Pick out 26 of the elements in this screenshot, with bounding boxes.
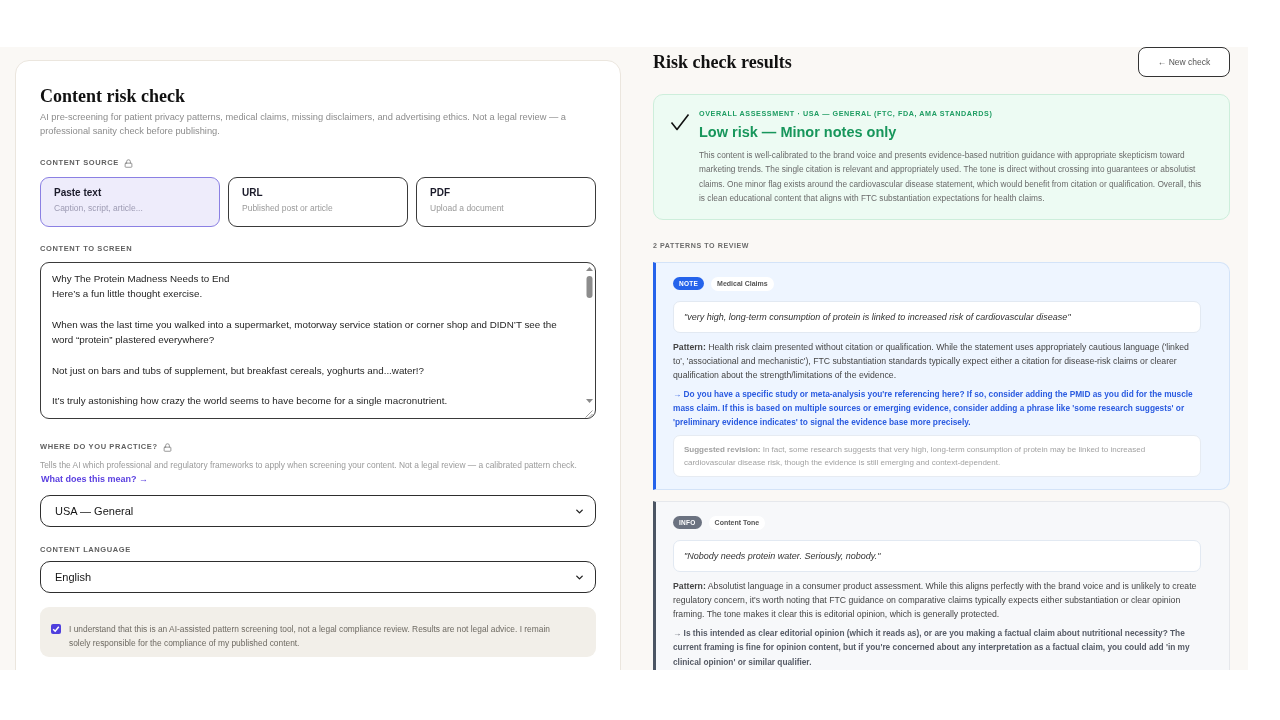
source-option[interactable]: PDF Upload a document (416, 177, 596, 227)
source-option[interactable]: URL Published post or article (228, 177, 408, 227)
assessment-summary: This content is well-calibrated to the brand voice and presents evidence-based nutrition guidance with appropriate skepticism toward marketing trends. The single citation is relevant and appropriately used. The tone is direct without crossing into guarantees or absolutist claims. One minor flag exists around the cardiovascular disease statement, which would benefit from citation or qualification. Overall, this is clean educational content that aligns with FTC substantiation expectations for health claims. (699, 149, 1203, 206)
check-icon (670, 113, 690, 131)
checkbox[interactable] (51, 624, 61, 634)
region-select[interactable]: USA — General (40, 495, 596, 527)
form-title: Content risk check (40, 85, 186, 108)
consent-text: I understand that this is an AI-assisted pattern screening tool, not a legal compliance review. Results are not legal advice. I remain solely responsible for the compliance of my published content. (69, 623, 551, 650)
form-subtitle: AI pre-screening for patient privacy patterns, medical claims, missing disclaimers, and advertising ethics. Not a legal review — a professional sanity check before publishing. (40, 111, 567, 138)
quoted-excerpt: "Nobody needs protein water. Seriously, nobody." (673, 539, 1201, 572)
results-title: Risk check results (653, 51, 792, 74)
review-question: → Do you have a specific study or meta-analysis you're referencing here? If so, consider adding the PMID as you did for the muscle mass claim. If this is based on multiple sources or emerging evidence, consider adding a phrase like 'some research suggests' or 'preliminary evidence indicates' to signal the evidence base more precisely. (673, 387, 1194, 430)
risk-verdict: Low risk — Minor notes only (699, 123, 898, 141)
suggested-revision: Suggested revision: In fact, some research suggests that very high, long-term consumption of protein may be linked to increased cardiovascular disease risk, though the evidence is still emerging and context-dependent. (673, 434, 1201, 477)
tick-icon (52, 625, 60, 633)
review-question: → Is this intended as clear editorial opinion (which it reads as), or are you making a factual claim about nutritional necessity? The current framing is fine for opinion content, but if you're concerned about any interpretation as a factual claim, you could add 'in my clinical opinion' or similar qualifier. (673, 626, 1191, 669)
new-check-button[interactable]: ← New check (1138, 47, 1230, 77)
help-link[interactable]: What does this mean? → (41, 473, 148, 485)
practice-description: Tells the AI which professional and regulatory frameworks to apply when screening your content. Not a legal review — a calibrated pattern check. (40, 459, 578, 471)
content-textarea[interactable]: Why The Protein Madness Needs to End Here’s a fun little thought exercise. When was the last time you walked into a supermarket, motorway service station or corner shop and DIDN’T see the word “protein” plastered everywhere? Not just on bars and tubs of supplement, but breakfast cereals, yoghurts and...water!? It’s truly astonishing how crazy the world seems to have become for a single macronutrient. (40, 262, 596, 419)
source-option[interactable]: Paste text Caption, script, article... (40, 177, 220, 227)
quoted-excerpt: "very high, long-term consumption of protein is linked to increased risk of cardiovascular disease" (673, 300, 1201, 333)
pattern-explanation: Pattern: Absolutist language in a consumer product assessment. While this aligns perfectly with the brand voice and is unlikely to create regulatory concern, it's worth noting that FTC guidance on comparative claims typically expects either substantiation or clear opinion framing. The tone makes it clear this is editorial opinion, which is generally protected. (673, 579, 1198, 621)
language-select[interactable]: English (40, 561, 596, 593)
pattern-explanation: Pattern: Health risk claim presented without citation or qualification. While the statement uses appropriately cautious language ('linked to', 'associational and mechanistic'), FTC substantiation standards typically expect either a citation for disease-risk claims or clearer qualification about the strength/limitations of the evidence. (673, 340, 1190, 382)
resize-handle-icon[interactable] (585, 410, 593, 418)
